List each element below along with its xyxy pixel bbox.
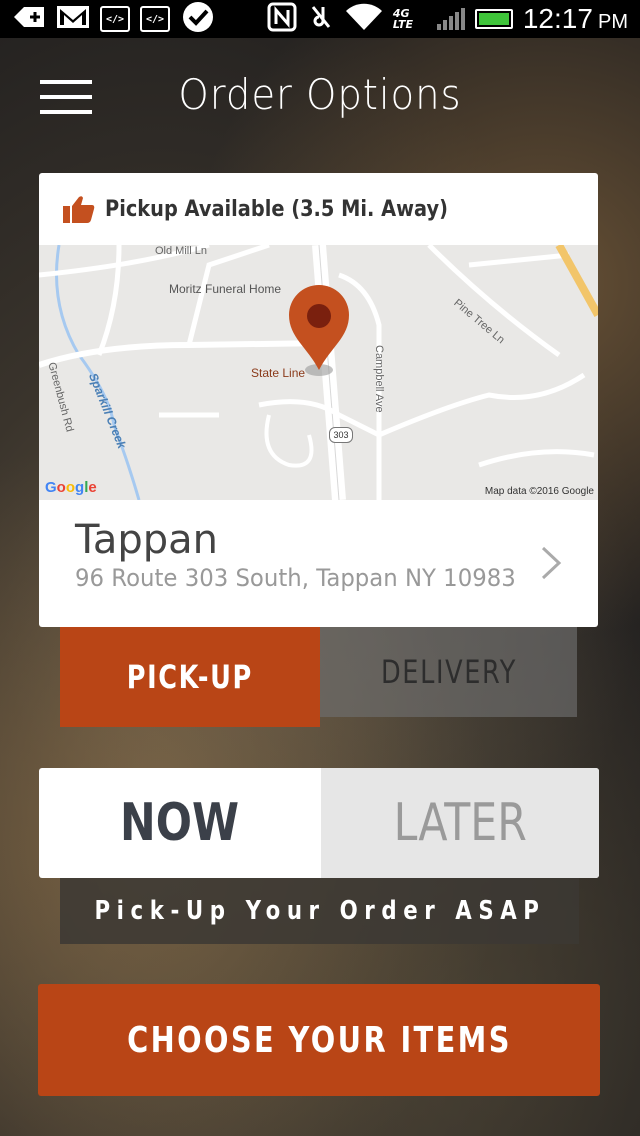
thumbs-up-icon bbox=[63, 195, 95, 223]
order-time-toggle: NOW LATER bbox=[39, 768, 599, 878]
status-bar: </> </> 4G LTE 12:17 PM bbox=[0, 0, 640, 38]
check-bubble-icon bbox=[180, 1, 216, 37]
later-label: LATER bbox=[393, 793, 527, 853]
gmail-icon bbox=[56, 4, 90, 34]
google-logo: Google bbox=[45, 479, 97, 496]
choose-items-label: CHOOSE YOUR ITEMS bbox=[126, 1019, 512, 1061]
map-label-old-mill: Old Mill Ln bbox=[155, 245, 207, 257]
store-map[interactable]: Old Mill Ln Moritz Funeral Home Pine Tre… bbox=[39, 245, 598, 500]
now-button[interactable]: NOW bbox=[39, 768, 321, 878]
choose-items-button[interactable]: CHOOSE YOUR ITEMS bbox=[38, 984, 600, 1096]
later-button[interactable]: LATER bbox=[321, 768, 599, 878]
delivery-label: DELIVERY bbox=[380, 653, 517, 691]
map-label-state-line: State Line bbox=[251, 366, 306, 380]
add-icon bbox=[12, 4, 46, 34]
code-icon: </> bbox=[140, 6, 170, 32]
order-time-description-text: Pick-Up Your Order ASAP bbox=[94, 896, 545, 926]
chevron-right-icon[interactable] bbox=[540, 545, 562, 585]
nfc-icon bbox=[267, 2, 297, 36]
clock-time: 12:17 bbox=[522, 3, 593, 34]
store-address: 96 Route 303 South, Tappan NY 10983 bbox=[75, 564, 516, 592]
battery-charging-icon bbox=[474, 9, 513, 29]
route-shield: 303 bbox=[329, 427, 353, 443]
pickup-button[interactable]: PICK-UP bbox=[60, 627, 320, 727]
order-mode-toggle: PICK-UP DELIVERY bbox=[60, 627, 577, 727]
store-details[interactable]: Tappan 96 Route 303 South, Tappan NY 109… bbox=[39, 500, 598, 627]
signal-icon bbox=[436, 8, 465, 30]
page-title: Order Options bbox=[178, 70, 462, 119]
pickup-availability-text: Pickup Available (3.5 Mi. Away) bbox=[105, 196, 448, 222]
code-icon: </> bbox=[100, 6, 130, 32]
app-header: Order Options bbox=[0, 38, 640, 158]
location-card: Pickup Available (3.5 Mi. Away) Old Mill… bbox=[39, 173, 598, 627]
pickup-availability: Pickup Available (3.5 Mi. Away) bbox=[39, 173, 598, 245]
map-label-campbell: Campbell Ave bbox=[373, 345, 385, 413]
pickup-label: PICK-UP bbox=[126, 658, 254, 696]
network-label: 4G LTE bbox=[392, 7, 414, 31]
map-copyright: Map data ©2016 Google bbox=[484, 486, 594, 497]
mute-icon bbox=[307, 3, 335, 35]
wifi-icon bbox=[345, 2, 383, 36]
delivery-button[interactable]: DELIVERY bbox=[320, 627, 577, 717]
map-label-funeral-home: Moritz Funeral Home bbox=[169, 282, 282, 296]
now-label: NOW bbox=[120, 793, 240, 853]
order-time-description: Pick-Up Your Order ASAP bbox=[60, 878, 579, 944]
clock-ampm: PM bbox=[598, 11, 628, 33]
clock: 12:17 PM bbox=[523, 3, 628, 35]
store-name: Tappan bbox=[75, 517, 218, 563]
